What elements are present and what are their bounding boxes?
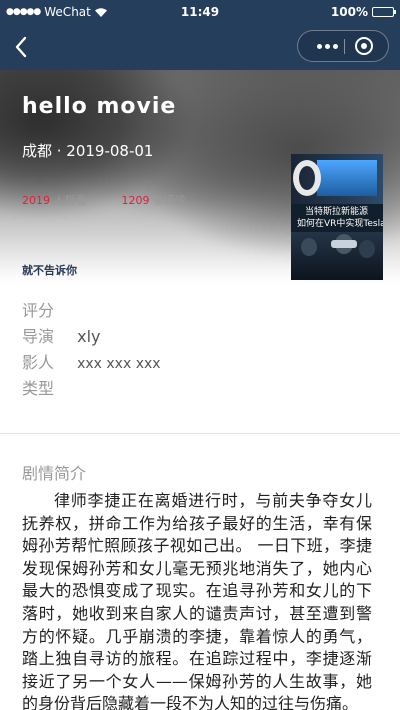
poster-letter-graphic — [293, 160, 321, 196]
back-button[interactable] — [6, 32, 36, 62]
movie-tagline: 就不告诉你 — [22, 264, 77, 277]
poster-text-line2: 如何在VR中实现Tesla? — [297, 219, 383, 229]
status-bar: ●●●●● WeChat 11:49 100% — [0, 0, 400, 24]
close-miniprogram-button[interactable] — [355, 37, 373, 55]
comment-count: 1209 — [121, 194, 150, 207]
cast-label: 影人 — [22, 353, 55, 372]
cast-value: xxx xxx xxx — [77, 356, 161, 372]
comment-label: 条评论 — [153, 194, 186, 207]
battery-percent: 100% — [330, 5, 368, 19]
genre-label: 类型 — [22, 379, 55, 398]
rating-row: 评分 — [22, 298, 382, 324]
synopsis-title: 剧情简介 — [22, 464, 87, 483]
movie-title: hello movie — [22, 94, 177, 119]
chevron-left-icon — [15, 36, 27, 58]
genre-row: 类型 — [22, 376, 382, 402]
battery-icon — [372, 7, 396, 17]
movie-info: 评分 导演 xly 影人 xxx xxx xxx 类型 — [22, 298, 382, 402]
want-count: 2019 — [22, 194, 50, 207]
more-menu-button[interactable] — [310, 31, 344, 61]
director-value: xly — [77, 327, 101, 346]
movie-location-date: 成都 · 2019-08-01 — [22, 142, 154, 160]
vr-headset-graphic — [331, 240, 357, 248]
director-label: 导演 — [22, 327, 55, 346]
synopsis-text: 律师李捷正在离婚进行时，与前夫争夺女儿抚养权，拼命工作为给孩子最好的生活，幸有保… — [22, 491, 372, 710]
more-dots-icon — [316, 43, 322, 49]
mini-program-capsule — [297, 30, 389, 62]
section-divider — [0, 433, 400, 434]
movie-stats: 2019 人想看 1209 条评论 — [22, 192, 186, 208]
cast-row: 影人 xxx xxx xxx — [22, 350, 382, 376]
battery-status: 100% — [330, 5, 396, 19]
want-label: 人想看 — [53, 194, 87, 207]
rating-label: 评分 — [22, 301, 55, 320]
poster-screen-graphic — [317, 160, 377, 196]
director-row: 导演 xly — [22, 324, 382, 350]
movie-poster[interactable]: 当特斯拉新能源 如何在VR中实现Tesla? — [291, 154, 383, 280]
capsule-divider — [344, 39, 345, 54]
navigation-bar — [0, 24, 400, 70]
